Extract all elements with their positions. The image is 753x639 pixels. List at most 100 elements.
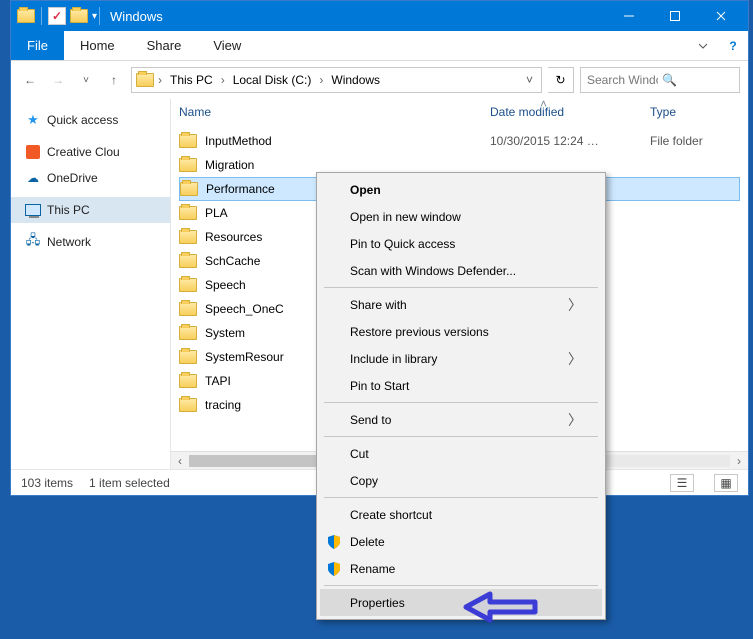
sidebar-item-creative-clou[interactable]: Creative Clou: [11, 139, 170, 165]
scroll-right-icon[interactable]: ›: [730, 454, 748, 468]
back-button[interactable]: ←: [19, 69, 41, 91]
menu-item-label: Create shortcut: [350, 508, 432, 522]
new-folder-qat-icon[interactable]: [70, 9, 88, 23]
menu-item-pin-to-quick-access[interactable]: Pin to Quick access: [320, 230, 602, 257]
submenu-arrow-icon: 〉: [568, 349, 582, 369]
menu-separator: [324, 585, 598, 586]
menu-item-open[interactable]: Open: [320, 176, 602, 203]
breadcrumb-item[interactable]: Windows: [327, 73, 384, 87]
recent-locations-icon[interactable]: ˅: [75, 69, 97, 91]
folder-icon: [179, 302, 197, 316]
submenu-arrow-icon: 〉: [568, 295, 582, 315]
column-modified-label: Date modified: [490, 105, 564, 119]
menu-item-share-with[interactable]: Share with 〉: [320, 291, 602, 318]
folder-icon: [17, 9, 35, 23]
search-icon: 🔍: [662, 73, 733, 87]
menu-item-pin-to-start[interactable]: Pin to Start: [320, 372, 602, 399]
onedrive-icon: ☁: [25, 170, 41, 186]
uac-shield-icon: [326, 534, 342, 550]
breadcrumb-item[interactable]: Local Disk (C:): [229, 73, 316, 87]
column-modified[interactable]: ˄ Date modified: [490, 105, 650, 119]
ribbon: File Home Share View ?: [11, 31, 748, 61]
icons-view-button[interactable]: ▦: [714, 474, 738, 492]
uac-shield-icon: [326, 561, 342, 577]
up-button[interactable]: ↑: [103, 69, 125, 91]
menu-item-restore-previous-versions[interactable]: Restore previous versions: [320, 318, 602, 345]
menu-item-send-to[interactable]: Send to〉: [320, 406, 602, 433]
column-headers: Name ˄ Date modified Type: [171, 99, 748, 129]
chevron-right-icon[interactable]: ›: [221, 73, 225, 87]
scroll-left-icon[interactable]: ‹: [171, 454, 189, 468]
menu-separator: [324, 287, 598, 288]
tab-share[interactable]: Share: [131, 31, 198, 60]
file-row[interactable]: InputMethod10/30/2015 12:24 …File folder: [179, 129, 740, 153]
menu-item-create-shortcut[interactable]: Create shortcut: [320, 501, 602, 528]
this-pc-icon: [25, 202, 41, 218]
separator: [99, 7, 100, 25]
sidebar-item-network[interactable]: 🖧Network: [11, 229, 170, 255]
context-menu: Open Open in new window Pin to Quick acces…: [316, 172, 606, 620]
qat-customize-icon[interactable]: ▾: [92, 11, 97, 22]
menu-item-scan-with-windows-defender[interactable]: Scan with Windows Defender...: [320, 257, 602, 284]
window-title: Windows: [110, 9, 163, 24]
folder-icon: [179, 398, 197, 412]
menu-item-label: Pin to Quick access: [350, 237, 455, 251]
help-button[interactable]: ?: [718, 31, 748, 60]
tab-home[interactable]: Home: [64, 31, 131, 60]
menu-item-label: Cut: [350, 447, 369, 461]
file-name: InputMethod: [205, 134, 482, 148]
menu-item-cut[interactable]: Cut: [320, 440, 602, 467]
title-bar: ✓ ▾ Windows: [11, 1, 748, 31]
menu-item-label: Delete: [350, 535, 385, 549]
chevron-right-icon[interactable]: ›: [319, 73, 323, 87]
menu-item-label: Share with: [350, 298, 407, 312]
sort-indicator-icon: ˄: [540, 97, 547, 111]
separator: [41, 7, 42, 25]
minimize-button[interactable]: [606, 1, 652, 31]
refresh-button[interactable]: ↻: [548, 67, 574, 93]
creative-cloud-icon: [25, 144, 41, 160]
chevron-right-icon[interactable]: ›: [158, 73, 162, 87]
address-dropdown-icon[interactable]: ˅: [522, 73, 537, 87]
star-icon: ★: [25, 112, 41, 128]
column-type[interactable]: Type: [650, 105, 740, 119]
folder-icon: [180, 182, 198, 196]
menu-item-label: Properties: [350, 596, 405, 610]
ribbon-expand-icon[interactable]: [688, 31, 718, 60]
search-box[interactable]: Search Windows 🔍: [580, 67, 740, 93]
menu-item-label: Pin to Start: [350, 379, 409, 393]
network-icon: 🖧: [25, 234, 41, 250]
address-bar[interactable]: › This PC › Local Disk (C:) › Windows ˅: [131, 67, 542, 93]
menu-item-delete[interactable]: Delete: [320, 528, 602, 555]
folder-icon: [179, 374, 197, 388]
breadcrumb-item[interactable]: This PC: [166, 73, 217, 87]
item-count: 103 items: [21, 476, 73, 490]
search-placeholder: Search Windows: [587, 73, 658, 87]
menu-item-copy[interactable]: Copy: [320, 467, 602, 494]
folder-icon: [179, 326, 197, 340]
file-tab[interactable]: File: [11, 31, 64, 60]
folder-icon: [179, 206, 197, 220]
folder-icon: [179, 350, 197, 364]
sidebar-item-this-pc[interactable]: This PC: [11, 197, 170, 223]
column-name[interactable]: Name: [179, 105, 490, 119]
forward-button[interactable]: →: [47, 69, 69, 91]
menu-separator: [324, 402, 598, 403]
menu-item-label: Open in new window: [350, 210, 461, 224]
menu-item-label: Copy: [350, 474, 378, 488]
maximize-button[interactable]: [652, 1, 698, 31]
submenu-arrow-icon: 〉: [568, 410, 582, 430]
details-view-button[interactable]: ☰: [670, 474, 694, 492]
sidebar-item-onedrive[interactable]: ☁OneDrive: [11, 165, 170, 191]
properties-qat-icon[interactable]: ✓: [48, 7, 66, 25]
menu-item-rename[interactable]: Rename: [320, 555, 602, 582]
close-button[interactable]: [698, 1, 744, 31]
menu-item-include-in-library[interactable]: Include in library〉: [320, 345, 602, 372]
sidebar-item-quick-access[interactable]: ★Quick access: [11, 107, 170, 133]
navigation-pane: ★Quick access Creative Clou ☁OneDrive This …: [11, 99, 171, 469]
folder-icon: [179, 230, 197, 244]
tab-view[interactable]: View: [197, 31, 257, 60]
sidebar-item-label: Creative Clou: [47, 145, 120, 159]
file-type: File folder: [650, 134, 740, 148]
menu-item-open-in-new-window[interactable]: Open in new window: [320, 203, 602, 230]
